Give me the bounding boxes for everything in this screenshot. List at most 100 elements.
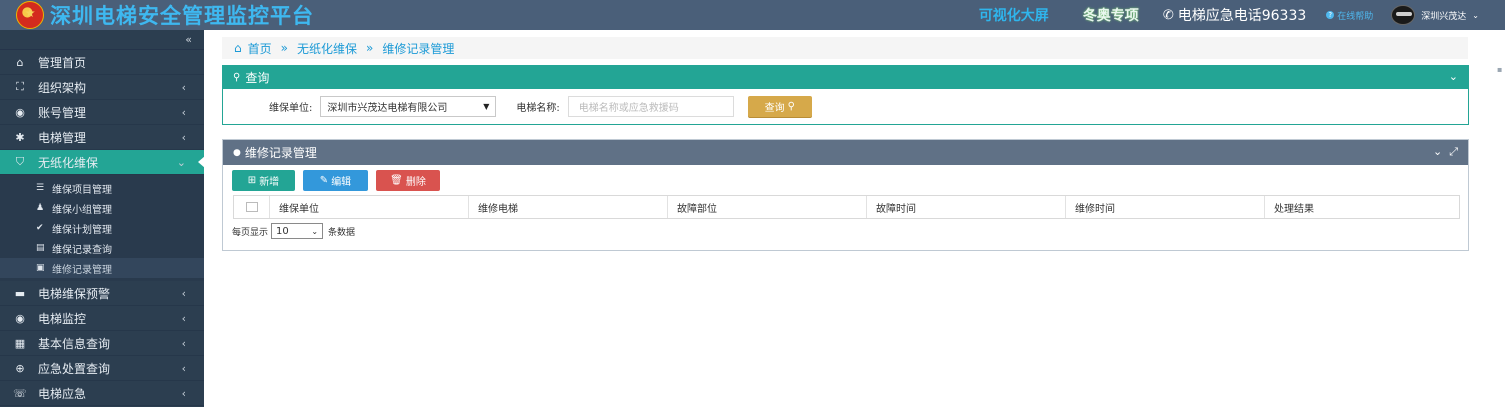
add-button[interactable]: ⊞ 新增 <box>232 169 295 191</box>
sidebar-item-label: 账号管理 <box>38 105 87 120</box>
winter-olympics-link[interactable]: 冬奥专项 <box>1083 5 1139 25</box>
search-form: 维保单位: 深圳市兴茂达电梯有限公司 ▼ 电梯名称: 电梯名称或应急救援码 查询… <box>223 89 1468 124</box>
double-angle-left-icon[interactable]: « <box>185 33 192 46</box>
breadcrumb-separator: » <box>280 41 288 55</box>
sidebar-item-accounts[interactable]: ◉ 账号管理 ‹ <box>0 100 204 125</box>
elevator-search-input[interactable]: 电梯名称或应急救援码 <box>567 96 734 117</box>
sidebar-item-paperless-maintenance[interactable]: ⛉ 无纸化维保 ⌄ <box>0 150 205 175</box>
main-content: ⌂ 首页 » 无纸化维保 » 维修记录管理 ⚲ 查询 ⌄ 维保单位: 深圳市兴茂… <box>204 30 1505 407</box>
user-circle-icon: ◉ <box>15 105 25 119</box>
check-circle-icon: ✔ <box>36 223 44 233</box>
phone-volume-icon: ☏ <box>13 386 27 400</box>
chevron-left-icon: ‹ <box>181 361 186 375</box>
search-icon: ⚲ <box>233 72 241 83</box>
sidebar: « ⌂ 管理首页 ⛶ 组织架构 ‹ ◉ 账号管理 ‹ ✱ 电梯管理 ‹ ⛉ 无纸… <box>0 30 205 407</box>
sidebar-submenu: ☰ 维保项目管理 ♟ 维保小组管理 ✔ 维保计划管理 ▤ 维保记录查询 ▣ 维修… <box>0 175 204 281</box>
column-header[interactable]: 故障时间 <box>867 196 1066 218</box>
submenu-item-maintenance-groups[interactable]: ♟ 维保小组管理 <box>0 198 204 218</box>
sidebar-item-basic-info[interactable]: ▦ 基本信息查询 ‹ <box>0 331 204 356</box>
sidebar-item-emergency-query[interactable]: ⊕ 应急处置查询 ‹ <box>0 356 204 381</box>
sidebar-item-organization[interactable]: ⛶ 组织架构 ‹ <box>0 75 204 100</box>
sidebar-item-elevators[interactable]: ✱ 电梯管理 ‹ <box>0 125 204 150</box>
records-toolbar: ⊞ 新增 ✎ 编辑 🗑 删除 <box>223 165 1468 195</box>
edit-button-label: 编辑 <box>331 176 352 188</box>
trash-icon: 🗑 <box>390 174 403 186</box>
national-emblem-icon <box>16 1 44 29</box>
page-size-prefix: 每页显示 <box>232 227 269 238</box>
sidebar-item-elevator-emergency[interactable]: ☏ 电梯应急 ‹ <box>0 381 204 406</box>
chevron-down-icon: ⌄ <box>1472 10 1479 20</box>
submenu-item-label: 维保小组管理 <box>52 204 112 216</box>
breadcrumb-home[interactable]: 首页 <box>248 40 272 57</box>
submenu-item-repair-records[interactable]: ▣ 维修记录管理 <box>0 258 204 278</box>
page-size-value: 10 <box>276 225 289 237</box>
sidebar-item-maintenance-warning[interactable]: ▬ 电梯维保预警 ‹ <box>0 281 204 306</box>
online-help-link[interactable]: ? 在线帮助 <box>1326 9 1373 22</box>
app-title: 深圳电梯安全管理监控平台 <box>50 4 314 28</box>
user-menu[interactable]: 深圳兴茂达 ⌄ <box>1391 5 1479 25</box>
submenu-item-maintenance-plans[interactable]: ✔ 维保计划管理 <box>0 218 204 238</box>
records-table: 维保单位 维修电梯 故障部位 故障时间 维修时间 处理结果 <box>233 195 1460 219</box>
sidebar-item-home[interactable]: ⌂ 管理首页 <box>0 50 204 75</box>
breadcrumb-level2[interactable]: 无纸化维保 <box>297 40 357 57</box>
chevron-left-icon: ‹ <box>181 80 186 94</box>
chevron-left-icon: ‹ <box>181 105 186 119</box>
sidebar-item-label: 应急处置查询 <box>38 361 111 376</box>
breadcrumb-current: 维修记录管理 <box>382 41 455 56</box>
records-panel-header: ● 维修记录管理 ⌄ ⤢ <box>223 140 1468 165</box>
sitemap-icon: ⛶ <box>16 80 24 93</box>
chevron-left-icon: ‹ <box>181 311 186 325</box>
submenu-item-label: 维保记录查询 <box>52 244 112 256</box>
eye-icon: ◉ <box>15 311 25 325</box>
sidebar-item-label: 无纸化维保 <box>38 155 99 170</box>
scrollbar[interactable]: ▪ <box>1497 65 1503 74</box>
caret-down-icon: ▼ <box>483 102 490 111</box>
emergency-hotline: ✆ 电梯应急电话96333 <box>1163 5 1306 25</box>
table-header: 维保单位 维修电梯 故障部位 故障时间 维修时间 处理结果 <box>234 196 1459 218</box>
submenu-item-label: 维保项目管理 <box>52 184 112 196</box>
unit-label: 维保单位: <box>269 103 313 114</box>
question-icon: ? <box>1326 11 1335 19</box>
sidebar-item-label: 电梯管理 <box>38 130 87 145</box>
query-button[interactable]: 查询 ⚲ <box>747 96 812 117</box>
sidebar-item-label: 电梯应急 <box>38 386 87 401</box>
chevron-left-icon: ‹ <box>181 386 186 400</box>
expand-icon[interactable]: ⤢ <box>1449 145 1458 159</box>
chevron-down-icon[interactable]: ⌄ <box>1433 145 1442 159</box>
plus-square-icon: ⊞ <box>247 174 257 186</box>
group-icon: ♟ <box>36 203 45 213</box>
unit-select[interactable]: 深圳市兴茂达电梯有限公司 ▼ <box>320 96 497 117</box>
column-header[interactable]: 维保单位 <box>270 196 469 218</box>
logo[interactable]: 深圳电梯安全管理监控平台 <box>0 0 400 30</box>
top-header: 深圳电梯安全管理监控平台 可视化大屏 冬奥专项 ✆ 电梯应急电话96333 ? … <box>0 0 1505 30</box>
page-size-select[interactable]: 10 ⌄ <box>271 223 324 239</box>
chevron-down-icon[interactable]: ⌄ <box>1449 70 1458 83</box>
delete-button[interactable]: 🗑 删除 <box>376 169 440 191</box>
avatar <box>1391 5 1416 25</box>
chevron-down-icon: ⌄ <box>176 155 186 169</box>
sidebar-item-monitoring[interactable]: ◉ 电梯监控 ‹ <box>0 306 204 331</box>
briefcase-icon: ▬ <box>14 286 26 300</box>
edit-button[interactable]: ✎ 编辑 <box>303 169 368 191</box>
column-header[interactable]: 处理结果 <box>1265 196 1459 218</box>
column-header[interactable]: 故障部位 <box>668 196 867 218</box>
home-icon: ⌂ <box>234 41 242 55</box>
select-all-checkbox[interactable] <box>234 196 270 218</box>
submenu-item-label: 维保计划管理 <box>52 224 112 236</box>
chevron-left-icon: ‹ <box>181 130 186 144</box>
submenu-item-maintenance-records[interactable]: ▤ 维保记录查询 <box>0 238 204 258</box>
shield-icon: ⛉ <box>15 155 25 168</box>
sidebar-collapse[interactable]: « <box>0 30 204 50</box>
edit-icon: ✎ <box>319 174 329 186</box>
search-panel-header[interactable]: ⚲ 查询 ⌄ <box>223 66 1468 89</box>
column-header[interactable]: 维修时间 <box>1066 196 1265 218</box>
big-screen-link[interactable]: 可视化大屏 <box>979 5 1049 25</box>
sidebar-item-label: 电梯监控 <box>38 311 87 326</box>
column-header[interactable]: 维修电梯 <box>469 196 668 218</box>
sidebar-item-label: 组织架构 <box>38 80 87 95</box>
sidebar-item-label: 电梯维保预警 <box>38 286 111 301</box>
gear-icon: ✱ <box>15 130 25 144</box>
sidebar-item-label: 管理首页 <box>38 55 87 70</box>
keyboard-icon: ▤ <box>36 243 45 253</box>
submenu-item-maintenance-items[interactable]: ☰ 维保项目管理 <box>0 178 204 198</box>
